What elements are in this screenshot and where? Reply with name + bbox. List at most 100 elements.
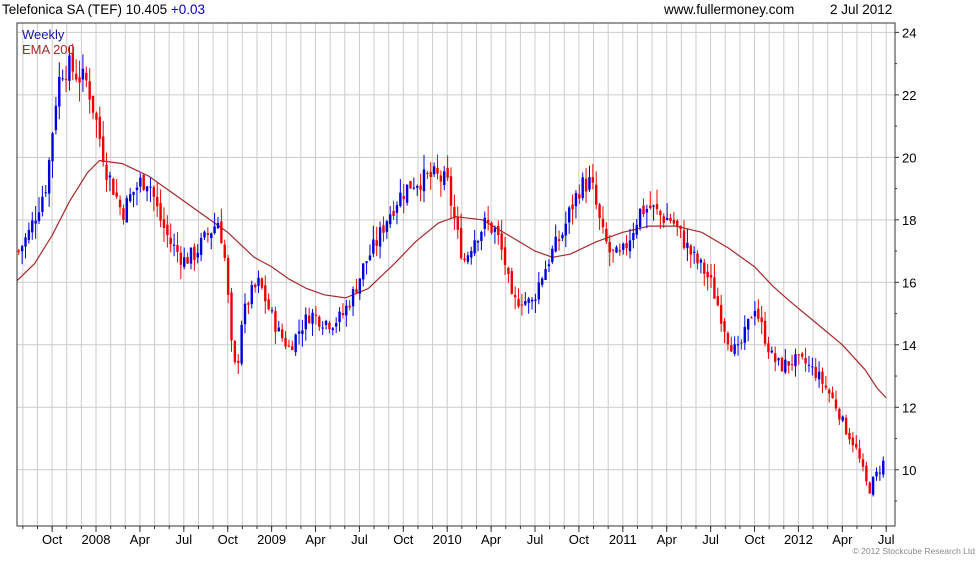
candle-body-down [642, 205, 645, 215]
candle-body-up [432, 166, 436, 175]
candle-body-down [348, 305, 351, 308]
candle-body-up [686, 242, 689, 249]
candle-body-down [318, 316, 321, 327]
y-tick-label: 12 [902, 400, 916, 415]
x-tick-label: 2012 [784, 532, 813, 547]
candle-body-up [372, 239, 375, 254]
candle-body-up [135, 187, 139, 191]
candle-body-down [723, 321, 726, 332]
candle-body-up [524, 300, 527, 305]
x-tick-label: Oct [744, 532, 765, 547]
candle-body-down [868, 482, 871, 494]
candle-body-down [831, 392, 834, 399]
candle-body-up [699, 259, 703, 263]
y-tick-label: 16 [902, 275, 916, 290]
candle-body-up [567, 207, 571, 223]
ticker-label: Telefonica SA (TEF) 10.405 +0.03 [2, 2, 205, 17]
candle-body-down [696, 253, 699, 264]
candle-body-up [652, 205, 655, 207]
x-tick-label: Apr [130, 532, 151, 547]
candle-body-up [483, 217, 486, 229]
candle-body-up [395, 205, 399, 213]
candle-body-up [770, 350, 774, 353]
candle-body-down [828, 389, 831, 394]
candle-body-down [287, 345, 291, 347]
candle-body-down [446, 167, 449, 178]
candle-body-down [578, 194, 581, 199]
candle-body-up [746, 318, 750, 330]
candle-body-up [243, 303, 247, 325]
candle-body-down [773, 353, 777, 362]
candle-body-down [507, 267, 510, 274]
candle-body-down [703, 262, 706, 274]
candle-body-down [253, 284, 257, 288]
candle-body-down [834, 399, 838, 409]
x-tick-label: Oct [218, 532, 239, 547]
x-tick-label: Jul [176, 532, 193, 547]
candle-body-up [794, 354, 797, 367]
candle-body-up [351, 289, 355, 307]
candle-body-up [378, 227, 382, 247]
candle-body-down [159, 203, 162, 221]
candle-body-down [449, 176, 453, 206]
candle-body-up [24, 237, 27, 247]
site-label: www.fullermoney.com [663, 2, 794, 17]
x-tick-label: Apr [481, 532, 502, 547]
candle-body-down [598, 204, 601, 219]
candle-body-up [622, 243, 625, 250]
y-tick-label: 14 [902, 338, 916, 353]
candle-body-down [78, 77, 81, 83]
candle-body-down [497, 225, 500, 235]
candle-body-down [226, 257, 230, 295]
candle-body-down [142, 174, 145, 190]
candle-body-up [149, 186, 152, 188]
candle-body-down [85, 72, 88, 81]
candle-body-up [466, 255, 470, 262]
candle-body-down [719, 304, 723, 324]
candle-body-up [564, 223, 568, 236]
candle-body-up [645, 209, 649, 213]
candle-body-down [152, 187, 156, 197]
candle-body-down [118, 199, 122, 208]
candle-body-up [321, 327, 324, 329]
candle-body-down [787, 361, 790, 366]
candle-body-down [865, 465, 868, 482]
candle-body-up [365, 261, 368, 264]
ticker-price-text: Telefonica SA (TEF) 10.405 [2, 2, 167, 17]
candle-body-down [571, 204, 574, 210]
candle-body-down [166, 224, 169, 236]
candle-body-up [412, 187, 416, 189]
candle-body-up [537, 282, 541, 300]
candle-body-up [277, 327, 280, 332]
candle-body-down [436, 167, 439, 174]
candle-body-down [855, 443, 858, 448]
candle-body-up [416, 186, 419, 188]
candle-body-down [689, 245, 692, 255]
candle-body-down [649, 205, 652, 208]
candle-body-up [27, 230, 31, 241]
candle-body-down [838, 409, 841, 420]
candle-body-up [882, 460, 885, 475]
candle-body-down [757, 308, 760, 319]
candle-body-up [547, 264, 551, 267]
candle-body-up [301, 330, 304, 335]
candle-body-down [260, 278, 264, 288]
candle-body-up [203, 231, 206, 238]
candle-body-up [389, 214, 392, 225]
candle-body-up [817, 371, 821, 380]
candle-body-up [216, 222, 220, 229]
candle-body-up [530, 299, 534, 302]
x-tick-label: Jul [527, 532, 544, 547]
candle-body-down [206, 233, 210, 235]
candle-body-up [632, 232, 635, 241]
candle-body-up [324, 320, 328, 326]
candle-body-up [257, 277, 260, 286]
candle-body-down [584, 178, 588, 192]
candle-body-down [419, 185, 422, 190]
candle-body-up [34, 220, 37, 224]
candle-body-up [68, 55, 71, 81]
candle-body-up [784, 359, 787, 373]
candle-body-down [730, 345, 733, 352]
candle-body-up [875, 471, 878, 477]
candle-body-down [291, 346, 294, 351]
